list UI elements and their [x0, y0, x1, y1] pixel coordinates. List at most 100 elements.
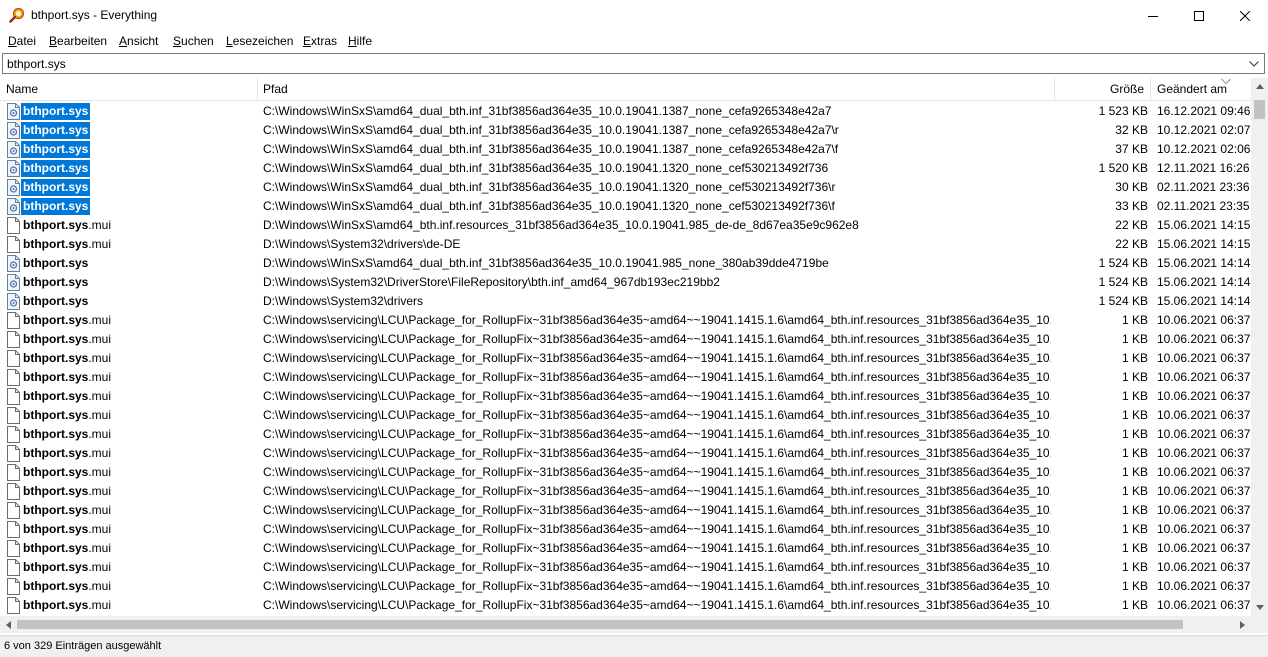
document-file-icon	[7, 502, 20, 519]
maximize-button[interactable]	[1176, 0, 1222, 31]
file-size: 1 520 KB	[1098, 161, 1148, 175]
vertical-scrollbar[interactable]	[1251, 78, 1268, 616]
file-size: 1 523 KB	[1098, 104, 1148, 118]
file-modified-date: 10.06.2021 06:37	[1157, 351, 1251, 365]
column-divider[interactable]	[1150, 78, 1151, 101]
file-path: C:\Windows\servicing\LCU\Package_for_Rol…	[263, 370, 1051, 384]
menu-label: esezeichen	[232, 34, 294, 48]
file-name-match: bthport.sys	[23, 142, 89, 156]
file-path: C:\Windows\WinSxS\amd64_dual_bth.inf_31b…	[263, 104, 832, 118]
table-row[interactable]: bthport.sys.mui C:\Windows\servicing\LCU\…	[0, 539, 1252, 558]
table-row[interactable]: bthport.sys C:\Windows\WinSxS\amd64_dual_…	[0, 140, 1252, 159]
table-row[interactable]: bthport.sys.mui C:\Windows\servicing\LCU\…	[0, 482, 1252, 501]
table-row[interactable]: bthport.sys.mui C:\Windows\servicing\LCU\…	[0, 349, 1252, 368]
file-modified-date: 10.12.2021 02:06	[1157, 142, 1251, 156]
document-file-icon	[7, 236, 20, 253]
minimize-button[interactable]	[1130, 0, 1176, 31]
scroll-right-button[interactable]	[1234, 616, 1251, 633]
scroll-down-button[interactable]	[1251, 599, 1268, 616]
file-modified-date: 15.06.2021 14:14	[1157, 256, 1251, 270]
column-header-name[interactable]: Name	[6, 78, 38, 101]
table-row[interactable]: bthport.sys.mui C:\Windows\servicing\LCU\…	[0, 406, 1252, 425]
table-row[interactable]: bthport.sys.mui C:\Windows\servicing\LCU\…	[0, 577, 1252, 596]
file-extension: .mui	[88, 522, 112, 536]
table-row[interactable]: bthport.sys.mui C:\Windows\servicing\LCU\…	[0, 520, 1252, 539]
menu-mnemonic: E	[303, 34, 312, 48]
column-divider[interactable]	[1054, 78, 1055, 101]
file-modified-date: 10.06.2021 06:37	[1157, 313, 1251, 327]
table-row[interactable]: bthport.sys C:\Windows\WinSxS\amd64_dual_…	[0, 159, 1252, 178]
menu-suchen[interactable]: Suchen	[173, 34, 214, 48]
table-row[interactable]: bthport.sys D:\Windows\System32\drivers 1 …	[0, 292, 1252, 311]
column-header-size[interactable]: Größe	[1060, 78, 1144, 101]
file-name: bthport.sys.mui	[21, 312, 113, 329]
file-size: 1 KB	[1121, 465, 1148, 479]
menu-hilfe[interactable]: Hilfe	[348, 34, 372, 48]
file-extension: .mui	[88, 503, 112, 517]
horizontal-scroll-thumb[interactable]	[17, 620, 1183, 629]
file-name: bthport.sys	[21, 179, 91, 196]
column-header-modified[interactable]: Geändert am	[1157, 78, 1227, 101]
table-row[interactable]: bthport.sys C:\Windows\WinSxS\amd64_dual_…	[0, 121, 1252, 140]
table-row[interactable]: bthport.sys.mui C:\Windows\servicing\LCU\…	[0, 596, 1252, 615]
file-size: 1 524 KB	[1098, 294, 1148, 308]
file-path: D:\Windows\System32\drivers	[263, 294, 424, 308]
file-size: 1 KB	[1121, 313, 1148, 327]
menu-bearbeiten[interactable]: Bearbeiten	[49, 34, 107, 48]
table-row[interactable]: bthport.sys C:\Windows\WinSxS\amd64_dual_…	[0, 197, 1252, 216]
menu-label: uchen	[181, 34, 214, 48]
table-row[interactable]: bthport.sys.mui C:\Windows\servicing\LCU\…	[0, 444, 1252, 463]
menu-extras[interactable]: Extras	[303, 34, 337, 48]
table-row[interactable]: bthport.sys C:\Windows\WinSxS\amd64_dual_…	[0, 178, 1252, 197]
menu-datei[interactable]: Datei	[8, 34, 36, 48]
file-path: C:\Windows\servicing\LCU\Package_for_Rol…	[263, 446, 1051, 460]
file-modified-date: 02.11.2021 23:35	[1157, 199, 1250, 213]
file-size: 1 KB	[1121, 541, 1148, 555]
table-row[interactable]: bthport.sys D:\Windows\WinSxS\amd64_dual_…	[0, 254, 1252, 273]
file-name: bthport.sys.mui	[21, 578, 113, 595]
horizontal-scrollbar[interactable]	[0, 616, 1251, 633]
vertical-scroll-thumb[interactable]	[1254, 100, 1265, 119]
scroll-left-button[interactable]	[0, 616, 17, 633]
column-header-path[interactable]: Pfad	[263, 78, 288, 101]
table-row[interactable]: bthport.sys.mui C:\Windows\servicing\LCU\…	[0, 387, 1252, 406]
file-name-match: bthport.sys	[23, 560, 89, 574]
scroll-up-button[interactable]	[1251, 78, 1268, 95]
file-path: C:\Windows\servicing\LCU\Package_for_Rol…	[263, 427, 1051, 441]
table-row[interactable]: bthport.sys C:\Windows\WinSxS\amd64_dual_…	[0, 102, 1252, 121]
results-list: bthport.sys C:\Windows\WinSxS\amd64_dual_…	[0, 102, 1252, 616]
file-modified-date: 10.06.2021 06:37	[1157, 560, 1251, 574]
table-row[interactable]: bthport.sys.mui C:\Windows\servicing\LCU\…	[0, 368, 1252, 387]
file-name-match: bthport.sys	[23, 389, 89, 403]
file-name: bthport.sys	[21, 160, 91, 177]
file-name: bthport.sys	[21, 274, 90, 291]
table-row[interactable]: bthport.sys.mui C:\Windows\servicing\LCU\…	[0, 463, 1252, 482]
table-row[interactable]: bthport.sys D:\Windows\System32\DriverSto…	[0, 273, 1252, 292]
table-row[interactable]: bthport.sys.mui D:\Windows\WinSxS\amd64_b…	[0, 216, 1252, 235]
menu-ansicht[interactable]: Ansicht	[119, 34, 158, 48]
magnifier-app-icon	[9, 7, 25, 23]
file-name: bthport.sys.mui	[21, 369, 113, 386]
sort-descending-icon	[1221, 78, 1231, 85]
file-extension: .mui	[88, 560, 112, 574]
file-name: bthport.sys	[21, 198, 91, 215]
menu-lesezeichen[interactable]: Lesezeichen	[226, 34, 293, 48]
table-row[interactable]: bthport.sys.mui C:\Windows\servicing\LCU\…	[0, 330, 1252, 349]
file-name-match: bthport.sys	[23, 161, 89, 175]
table-row[interactable]: bthport.sys.mui C:\Windows\servicing\LCU\…	[0, 425, 1252, 444]
file-extension: .mui	[88, 446, 112, 460]
close-icon	[1240, 10, 1250, 21]
table-row[interactable]: bthport.sys.mui C:\Windows\servicing\LCU\…	[0, 558, 1252, 577]
document-file-icon	[7, 464, 20, 481]
file-name: bthport.sys.mui	[21, 217, 113, 234]
file-name: bthport.sys	[21, 293, 90, 310]
file-name-match: bthport.sys	[23, 598, 89, 612]
search-history-dropdown[interactable]	[1247, 56, 1261, 71]
column-divider[interactable]	[257, 78, 258, 101]
file-name-match: bthport.sys	[23, 446, 89, 460]
search-input[interactable]	[7, 56, 1237, 71]
close-button[interactable]	[1222, 0, 1268, 31]
table-row[interactable]: bthport.sys.mui D:\Windows\System32\drive…	[0, 235, 1252, 254]
table-row[interactable]: bthport.sys.mui C:\Windows\servicing\LCU\…	[0, 501, 1252, 520]
table-row[interactable]: bthport.sys.mui C:\Windows\servicing\LCU\…	[0, 311, 1252, 330]
